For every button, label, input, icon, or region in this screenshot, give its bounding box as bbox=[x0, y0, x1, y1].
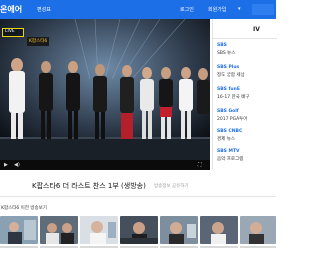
signup-link[interactable]: 회원가입 bbox=[208, 6, 226, 13]
channel-program: 경제 뉴스 bbox=[217, 137, 235, 142]
program-caption: K팝스타6 bbox=[27, 37, 49, 46]
thumbnail-caption bbox=[0, 246, 38, 248]
channel-name: SBS Golf bbox=[217, 109, 239, 114]
channel-program: 정도 궁합 세상 bbox=[217, 73, 245, 78]
channel-program: 2017 PGA투어 bbox=[217, 117, 248, 122]
channel-name: SBS bbox=[217, 43, 227, 48]
video-thumbnail[interactable] bbox=[200, 216, 238, 244]
play-icon[interactable]: ▶ bbox=[4, 162, 8, 168]
channel-item[interactable]: SBS Golf 2017 PGA투어 bbox=[217, 109, 275, 129]
channel-program: 16-17 한국 배구 bbox=[217, 95, 250, 100]
video-thumbnail[interactable] bbox=[160, 216, 198, 244]
player-controls: ▶ ◀) ⛶ bbox=[0, 160, 210, 170]
channel-item[interactable]: SBS CNBC 경제 뉴스 bbox=[217, 129, 275, 149]
thumbnail-caption bbox=[40, 246, 78, 248]
program-info-link[interactable]: 방송정보 bbox=[154, 183, 171, 189]
channel-name: SBS Plus bbox=[217, 65, 240, 70]
dropdown-caret-icon[interactable]: ▾ bbox=[238, 6, 241, 12]
live-badge: LIVE bbox=[2, 28, 24, 37]
video-thumbnail[interactable] bbox=[120, 216, 158, 244]
video-thumbnail[interactable] bbox=[80, 216, 118, 244]
video-thumbnail[interactable] bbox=[40, 216, 78, 244]
volume-icon[interactable]: ◀) bbox=[14, 162, 20, 168]
channel-item[interactable]: SBS funE 16-17 한국 배구 bbox=[217, 87, 275, 107]
tab-tv[interactable]: IV bbox=[253, 26, 260, 33]
related-list bbox=[0, 216, 276, 248]
channel-panel: IV SBS SBS 뉴스 SBS Plus 정도 궁합 세상 SBS funE… bbox=[212, 19, 277, 170]
channel-item[interactable]: SBS SBS 뉴스 bbox=[217, 43, 275, 63]
channel-program: SBS 뉴스 bbox=[217, 51, 236, 56]
fullscreen-icon[interactable]: ⛶ bbox=[198, 162, 202, 168]
schedule-link[interactable]: 편성표 bbox=[37, 6, 51, 13]
channel-name: SBS funE bbox=[217, 87, 240, 92]
search-box[interactable] bbox=[252, 4, 274, 15]
video-player[interactable]: LIVE K팝스타6 ▶ ◀) ⛶ bbox=[0, 19, 210, 170]
thumbnail-caption bbox=[200, 246, 238, 248]
video-thumbnail[interactable] bbox=[240, 216, 276, 244]
top-header: 온에어 편성표 로그인 회원가입 ▾ bbox=[0, 0, 276, 19]
onair-logo[interactable]: 온에어 bbox=[0, 4, 22, 15]
channel-item[interactable]: SBS Plus 정도 궁합 세상 bbox=[217, 65, 275, 85]
thumbnail-caption bbox=[120, 246, 158, 248]
channel-panel-header: IV bbox=[213, 19, 277, 39]
related-heading: K팝스타6 이전 방송보기 bbox=[1, 206, 47, 211]
program-info-bar: K팝스타6 더 라스트 찬스 1부 (생방송) 방송정보 공유하기 bbox=[0, 170, 276, 197]
channel-item[interactable]: SBS MTV 음악 프로그램 bbox=[217, 149, 275, 169]
share-link[interactable]: 공유하기 bbox=[172, 183, 189, 189]
channel-name: SBS MTV bbox=[217, 149, 240, 154]
thumbnail-caption bbox=[160, 246, 198, 248]
channel-program: 음악 프로그램 bbox=[217, 157, 244, 162]
thumbnail-caption bbox=[240, 246, 276, 248]
page-title: K팝스타6 더 라스트 찬스 1부 (생방송) bbox=[32, 182, 146, 190]
channel-name: SBS CNBC bbox=[217, 129, 243, 134]
login-link[interactable]: 로그인 bbox=[180, 6, 194, 13]
video-thumbnail[interactable] bbox=[0, 216, 38, 244]
thumbnail-caption bbox=[80, 246, 118, 248]
